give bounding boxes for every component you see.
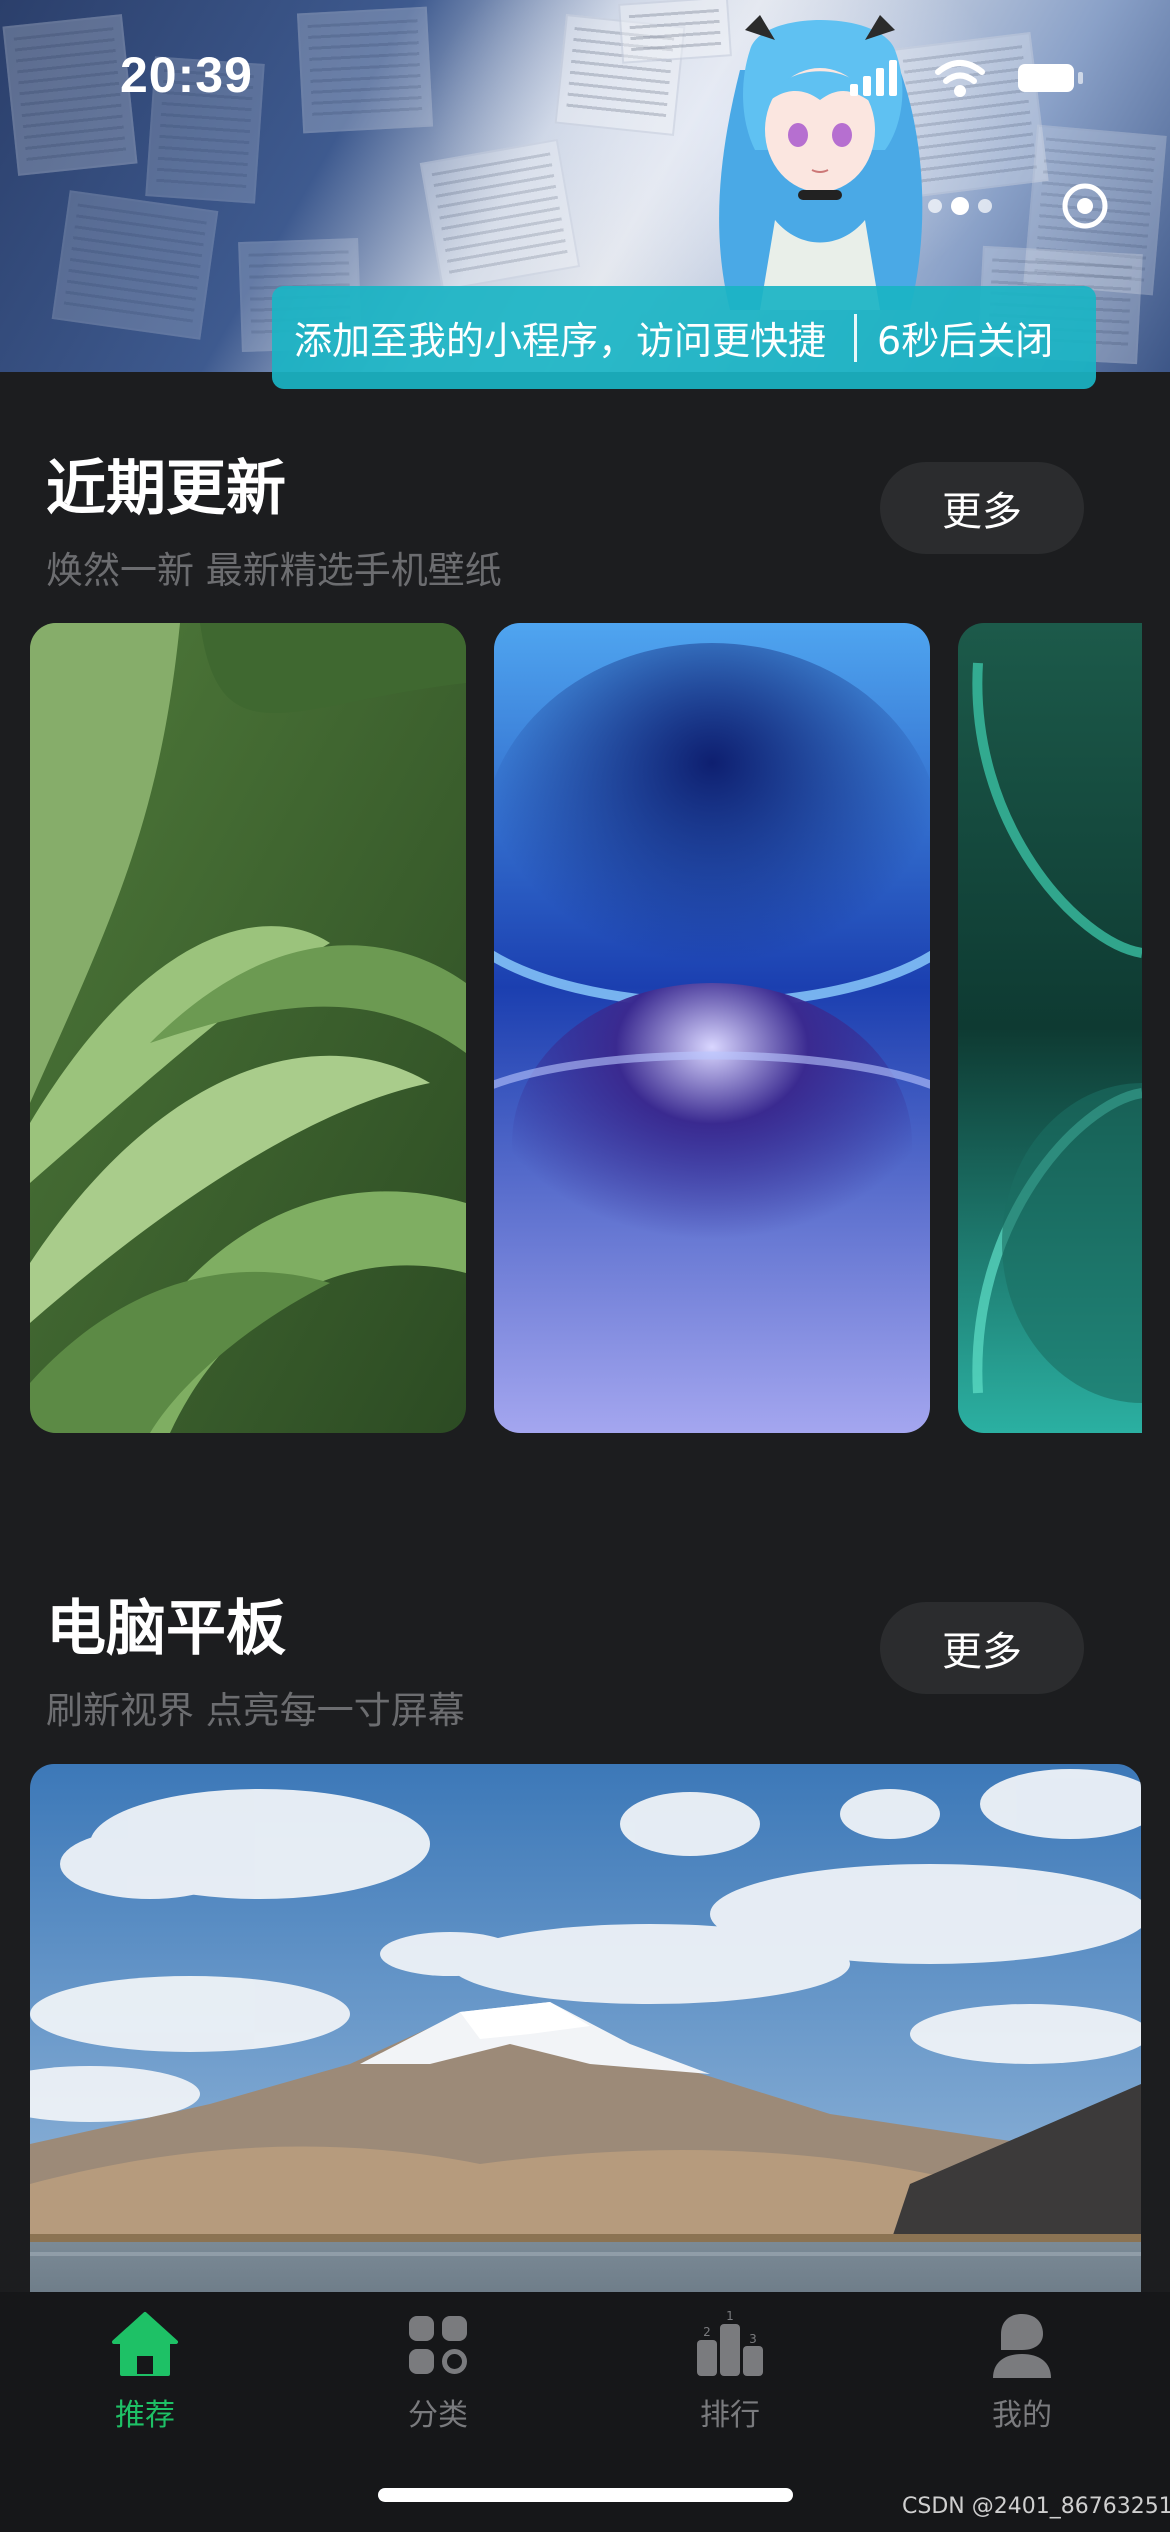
section-title-desktop: 电脑平板 <box>46 1594 286 1664</box>
more-button-desktop[interactable]: 更多 <box>880 1602 1084 1694</box>
wallpaper-thumb-teal[interactable] <box>958 623 1142 1433</box>
signal-icon <box>850 60 897 96</box>
miniprogram-capsule[interactable] <box>890 170 1120 240</box>
rank-digit-3: 3 <box>749 2332 757 2346</box>
watermark: CSDN @2401_86763251 <box>902 2494 1170 2519</box>
rank-digit-1: 1 <box>726 2310 734 2323</box>
home-indicator[interactable] <box>378 2488 793 2502</box>
tab-label-recommend: 推荐 <box>115 2398 175 2433</box>
category-icon <box>409 2316 467 2374</box>
section-subtitle-recent: 焕然一新 最新精选手机壁纸 <box>46 549 502 592</box>
wifi-icon <box>935 60 985 97</box>
more-button-recent[interactable]: 更多 <box>880 462 1084 554</box>
toast-message: 添加至我的小程序，访问更快捷 <box>294 319 827 363</box>
status-time: 20:39 <box>120 47 253 103</box>
status-bar: 20:39 <box>0 0 1170 150</box>
rank-digit-2: 2 <box>703 2325 711 2339</box>
tab-mine[interactable]: 我的 <box>932 2310 1112 2440</box>
tab-label-mine: 我的 <box>992 2398 1052 2433</box>
tab-category[interactable]: 分类 <box>348 2310 528 2440</box>
more-dots-icon[interactable] <box>928 197 992 215</box>
section-title-recent: 近期更新 <box>46 454 286 524</box>
ranking-podium-icon: 1 2 3 <box>697 2310 763 2376</box>
close-target-icon[interactable] <box>1062 183 1108 229</box>
tab-ranking[interactable]: 1 2 3 排行 <box>640 2310 820 2440</box>
tab-label-ranking: 排行 <box>700 2398 760 2433</box>
profile-icon <box>993 2314 1051 2378</box>
wallpaper-thumb-blue[interactable] <box>494 623 930 1433</box>
section-subtitle-desktop: 刷新视界 点亮每一寸屏幕 <box>46 1689 465 1732</box>
home-icon <box>112 2312 178 2376</box>
status-icons <box>850 60 1083 97</box>
battery-icon <box>1018 64 1083 92</box>
tab-recommend[interactable]: 推荐 <box>55 2310 235 2440</box>
toast-divider <box>854 313 858 362</box>
toast-close-countdown[interactable]: 6秒后关闭 <box>877 310 1053 365</box>
add-miniprogram-toast[interactable]: 添加至我的小程序，访问更快捷 6秒后关闭 <box>272 286 1096 389</box>
tab-label-category: 分类 <box>408 2398 468 2433</box>
wallpaper-thumb-green[interactable] <box>30 623 466 1433</box>
wallpaper-thumb-mountain[interactable] <box>30 1764 1141 2364</box>
